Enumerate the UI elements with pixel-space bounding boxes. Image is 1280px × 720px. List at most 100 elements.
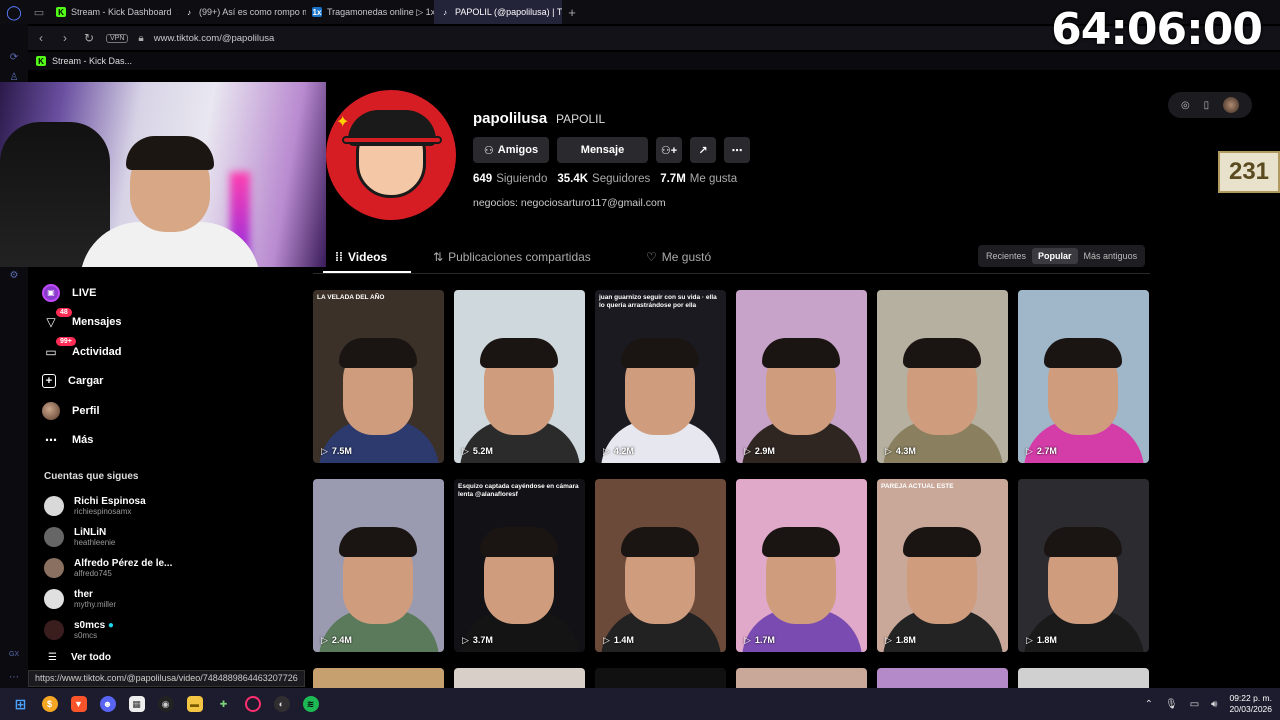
lock-icon[interactable]: 🔒︎ (138, 33, 143, 44)
forward-icon[interactable]: › (58, 31, 72, 45)
view-count: ▷ 7.5M (321, 446, 352, 456)
account-avatar (44, 557, 64, 578)
sort-recent[interactable]: Recientes (980, 248, 1032, 264)
vpn-badge[interactable]: VPN (106, 33, 129, 43)
video-thumbnail-partial[interactable] (595, 668, 726, 688)
browser-tab[interactable]: 1x Tragamonedas online ▷ 1x ✕ (306, 0, 434, 24)
discord-icon[interactable]: ☻ (93, 688, 122, 720)
message-button[interactable]: Mensaje (557, 137, 648, 163)
followers-stat[interactable]: 35.4K Seguidores (557, 173, 650, 185)
chevron-up-icon[interactable]: ⌃ (1145, 699, 1153, 710)
casino-favicon-icon: 1x (312, 7, 322, 17)
nav-item-live[interactable]: ▣ LIVE (36, 278, 306, 308)
sidebar-more-icon[interactable]: ⋯ (7, 672, 21, 686)
store-icon[interactable]: ▦ (122, 688, 151, 720)
live-icon: ▣ (42, 283, 60, 302)
play-icon: ▷ (603, 635, 610, 645)
kick-favicon-icon: K (36, 56, 46, 66)
following-account[interactable]: ther mythy.miller (44, 583, 304, 614)
nav-item-upload[interactable]: + Cargar (36, 367, 306, 397)
clock[interactable]: 09:22 p. m. 20/03/2026 (1229, 693, 1272, 715)
video-thumbnail[interactable]: PAREJA ACTUAL ESTE ▷ 1.8M (877, 479, 1008, 652)
profile-avatar[interactable]: ✦ (326, 86, 458, 226)
browser-tab[interactable]: ♪ (99+) Así es como rompo m ✕ (178, 0, 306, 24)
account-name: ther (74, 588, 93, 600)
following-stat[interactable]: 649 Siguiendo (473, 173, 547, 185)
windows-start-icon[interactable]: ⊞ (6, 688, 35, 720)
add-friend-icon[interactable]: ⚇+ (656, 137, 682, 163)
upload-icon: + (42, 374, 56, 389)
more-options-icon[interactable]: ⋯ (724, 137, 750, 163)
back-icon[interactable]: ‹ (34, 31, 48, 45)
following-account[interactable]: LiNLiN heathleenie (44, 521, 304, 552)
folder-icon[interactable]: ▬ (180, 688, 209, 720)
following-account[interactable]: Alfredo Pérez de le... alfredo745 (44, 552, 304, 583)
brave-icon[interactable]: ▼ (64, 688, 93, 720)
browser-tab[interactable]: K Stream - Kick Dashboard ✕ (50, 0, 178, 24)
sort-oldest[interactable]: Más antiguos (1078, 248, 1144, 264)
tab-title: Tragamonedas online ▷ 1x (327, 6, 434, 17)
nav-item-more[interactable]: ⋯ Más (36, 426, 306, 456)
phone-icon[interactable]: ▯ (1204, 100, 1210, 111)
reload-icon[interactable]: ↻ (82, 31, 96, 45)
tab-liked[interactable]: ♡ Me gustó (646, 250, 711, 264)
video-thumbnail[interactable]: ▷ 1.4M (595, 479, 726, 652)
network-icon[interactable]: ▭ (1190, 699, 1199, 710)
video-thumbnail-partial[interactable] (736, 668, 867, 688)
gamepad-icon[interactable]: ✚ (209, 688, 238, 720)
video-thumbnail-partial[interactable] (454, 668, 585, 688)
system-tray: ⌃ 🎙︎ ▭ 🔊︎ 09:22 p. m. 20/03/2026 (1145, 688, 1272, 720)
following-account[interactable]: s0mcs ● s0mcs (44, 614, 304, 645)
browser-tab-active[interactable]: ♪ PAPOLIL (@papolilusa) | Ti ✕ (434, 0, 562, 24)
video-thumbnail-partial[interactable] (313, 668, 444, 688)
play-icon: ▷ (462, 635, 469, 645)
nav-item-messages[interactable]: ▽ 48 Mensajes (36, 307, 306, 338)
thumbnail-caption: PAREJA ACTUAL ESTE (881, 483, 954, 490)
new-tab-plus-icon[interactable]: + (562, 5, 582, 20)
nav-item-profile[interactable]: Perfil (36, 396, 306, 426)
video-thumbnail[interactable]: ▷ 2.9M (736, 290, 867, 463)
sidebar-reload-icon[interactable]: ⟳ (7, 52, 21, 66)
sidebar-settings-icon[interactable]: ⚙ (7, 270, 21, 284)
steam-icon[interactable]: ◉ (151, 688, 180, 720)
following-section-title: Cuentas que sigues (44, 471, 139, 482)
video-thumbnail[interactable]: ▷ 4.3M (877, 290, 1008, 463)
nav-item-activity[interactable]: ▭ 99+ Actividad (36, 337, 306, 367)
video-thumbnail[interactable]: juan guarnizo seguir con su vida · ella … (595, 290, 726, 463)
spotify-icon[interactable]: ≋ (296, 688, 325, 720)
thumbnail-caption: LA VELADA DEL AÑO (317, 294, 385, 301)
video-thumbnail[interactable]: ▷ 1.7M (736, 479, 867, 652)
coin-app-icon[interactable]: $ (35, 688, 64, 720)
sidebar-gx-icon[interactable]: GX (7, 651, 21, 665)
volume-icon[interactable]: 🔊︎ (1211, 699, 1217, 710)
microphone-icon[interactable]: 🎙︎ (1165, 699, 1178, 710)
tab-menu-icon[interactable]: ▭ (28, 0, 50, 24)
video-thumbnail[interactable]: ▷ 2.4M (313, 479, 444, 652)
url-field[interactable]: www.tiktok.com/@papolilusa (154, 33, 275, 44)
opera-gx-icon[interactable] (238, 688, 267, 720)
compass-icon[interactable]: ◎ (1181, 100, 1190, 111)
bookmark-item[interactable]: Stream - Kick Das... (52, 56, 132, 66)
video-thumbnail[interactable]: ▷ 2.7M (1018, 290, 1149, 463)
play-icon: ▷ (885, 635, 892, 645)
video-thumbnail-partial[interactable] (877, 668, 1008, 688)
video-thumbnail[interactable]: Esquizo captada cayéndose en cámara lent… (454, 479, 585, 652)
sort-popular[interactable]: Popular (1032, 248, 1078, 264)
tab-reposts[interactable]: ⇅ Publicaciones compartidas (433, 250, 591, 264)
view-count: ▷ 1.4M (603, 635, 634, 645)
video-thumbnail[interactable]: LA VELADA DEL AÑO ▷ 7.5M (313, 290, 444, 463)
video-thumbnail[interactable]: ▷ 5.2M (454, 290, 585, 463)
obs-icon[interactable]: ◐ (267, 688, 296, 720)
tab-videos[interactable]: ⁞⁞ Videos (335, 250, 387, 264)
share-icon[interactable]: ↗ (690, 137, 716, 163)
thumbnail-hair (1044, 338, 1122, 368)
video-thumbnail[interactable]: ▷ 1.8M (1018, 479, 1149, 652)
following-account[interactable]: Richi Espinosa richiespinosamx (44, 490, 304, 521)
friends-button[interactable]: ⚇ Amigos (473, 137, 549, 163)
see-all-link[interactable]: ☰ Ver todo (48, 652, 111, 663)
opera-logo-icon[interactable]: ◯ (0, 0, 28, 24)
video-thumbnail-partial[interactable] (1018, 668, 1149, 688)
following-list: Richi Espinosa richiespinosamx LiNLiN heat… (44, 490, 304, 645)
view-count: ▷ 4.3M (885, 446, 916, 456)
user-avatar[interactable] (1223, 97, 1240, 113)
